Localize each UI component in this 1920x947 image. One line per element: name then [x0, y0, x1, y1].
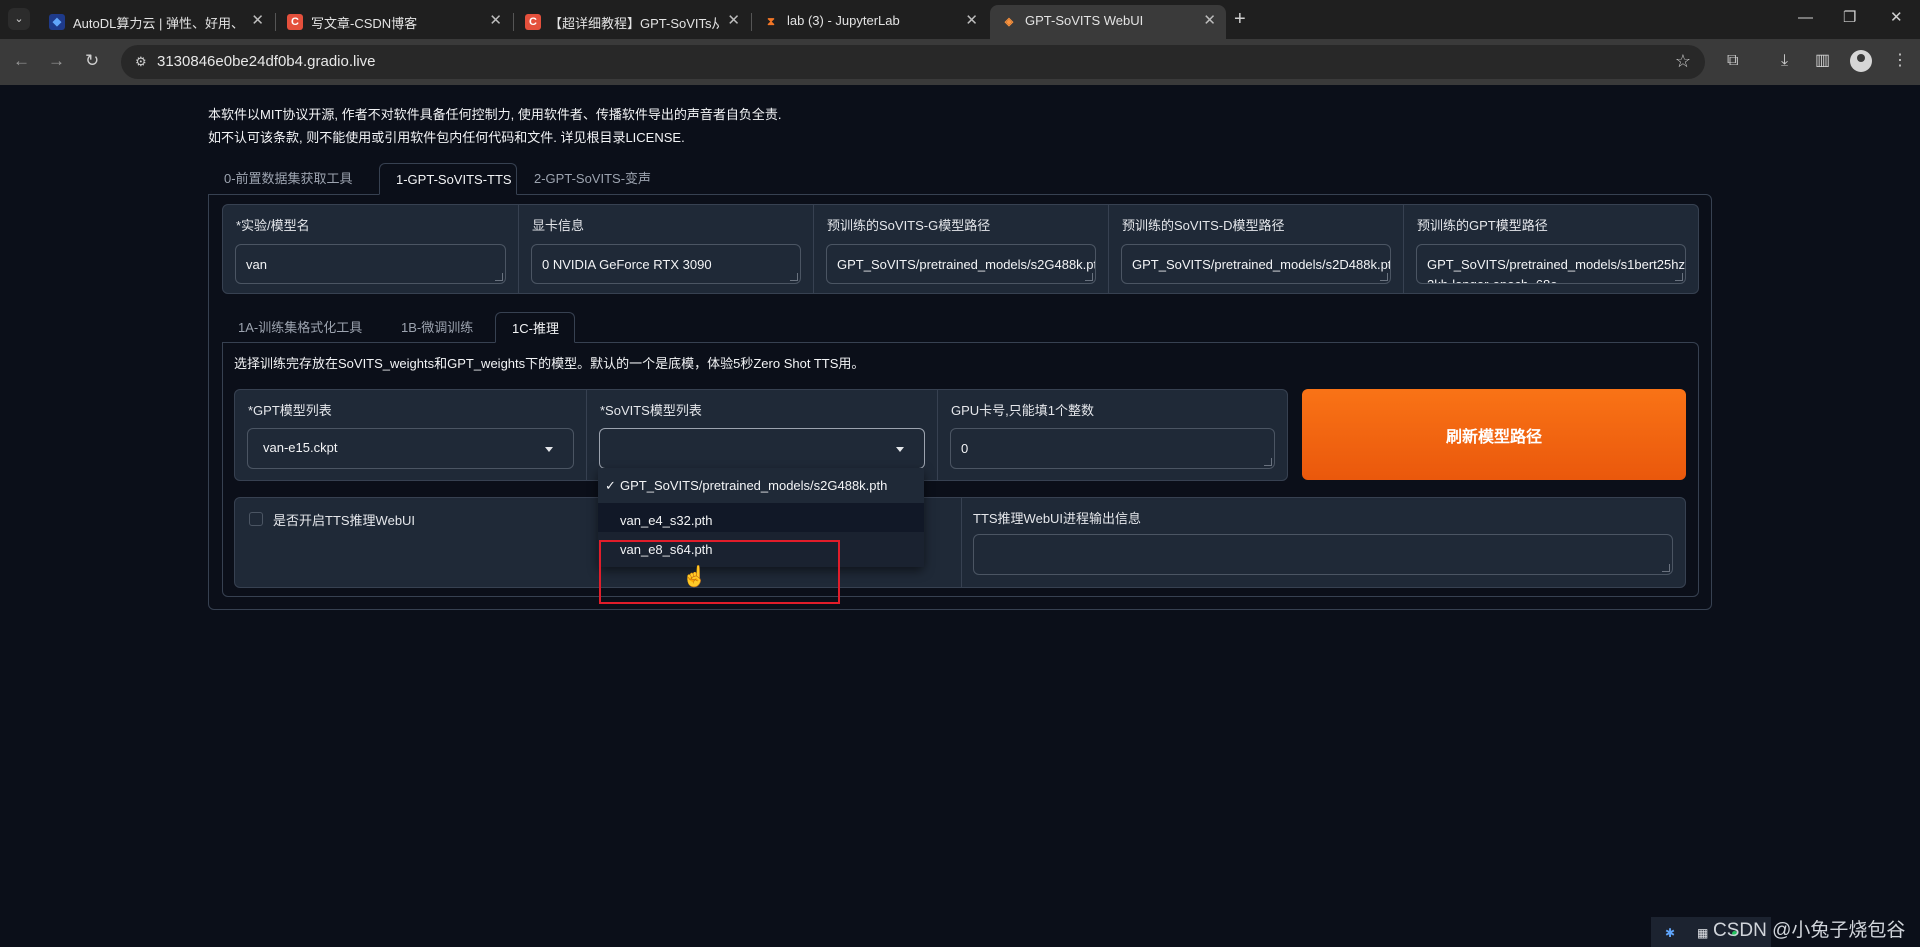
tab-gpt-sovits-tts[interactable]: 1-GPT-SoVITS-TTS: [379, 163, 517, 195]
gpu-info-textarea[interactable]: 0 NVIDIA GeForce RTX 3090: [531, 244, 801, 284]
browser-tab-autodl[interactable]: ◆ AutoDL算力云 | 弹性、好用、省 ✕: [38, 5, 274, 39]
sovits-model-label: *SoVITS模型列表: [600, 403, 702, 418]
browser-tab-gpt-sovits[interactable]: ◈ GPT-SoVITS WebUI ✕: [990, 5, 1226, 39]
gpt-model-block: *GPT模型列表 van-e15.ckpt: [235, 390, 586, 480]
tts-output-label: TTS推理WebUI进程输出信息: [973, 511, 1142, 526]
autodl-icon: ◆: [49, 14, 65, 30]
sovits-g-path-textarea[interactable]: GPT_SoVITS/pretrained_models/s2G488k.pth: [826, 244, 1096, 284]
license-line-2: 如不认可该条款, 则不能使用或引用软件包内任何代码和文件. 详见根目录LICEN…: [208, 130, 685, 145]
csdn-watermark: CSDN @小兔子烧包谷: [1713, 920, 1906, 941]
tab-inference[interactable]: 1C-推理: [495, 312, 575, 343]
license-notice: 本软件以MIT协议开源, 作者不对软件具备任何控制力, 使用软件者、传播软件导出…: [208, 103, 781, 149]
back-arrow-icon[interactable]: ←: [13, 50, 30, 72]
gpt-model-value: van-e15.ckpt: [263, 440, 338, 455]
gpt-path-label: 预训练的GPT模型路径: [1417, 218, 1548, 233]
sovits-d-path-textarea[interactable]: GPT_SoVITS/pretrained_models/s2D488k.pth: [1121, 244, 1391, 284]
gpt-model-dropdown[interactable]: van-e15.ckpt: [247, 428, 574, 469]
tray-app-icon[interactable]: ▦: [1697, 926, 1708, 940]
gpu-id-label: GPU卡号,只能填1个整数: [951, 403, 1095, 418]
extensions-icon[interactable]: ⧉: [1727, 50, 1738, 72]
refresh-model-paths-button[interactable]: 刷新模型路径: [1302, 389, 1686, 480]
bookmark-star-icon[interactable]: ☆: [1675, 51, 1691, 72]
experiment-name-block: *实验/模型名 van: [223, 205, 518, 293]
browser-tab-csdn-tutorial[interactable]: C 【超详细教程】GPT-SoVITs从 ✕: [514, 5, 750, 39]
sovits-d-path-block: 预训练的SoVITS-D模型路径 GPT_SoVITS/pretrained_m…: [1108, 205, 1403, 293]
tab-search-button[interactable]: ⌄: [8, 8, 30, 30]
forward-arrow-icon[interactable]: →: [48, 50, 65, 72]
experiment-config-row: *实验/模型名 van 显卡信息 0 NVIDIA GeForce RTX 30…: [222, 204, 1699, 294]
sovits-model-options: ✓ GPT_SoVITS/pretrained_models/s2G488k.pt…: [598, 468, 924, 567]
tab-title: GPT-SoVITS WebUI: [1025, 13, 1144, 28]
restore-icon[interactable]: ❐: [1843, 8, 1856, 28]
inference-hint: 选择训练完存放在SoVITS_weights和GPT_weights下的模型。默…: [234, 356, 865, 371]
sovits-g-path-label: 预训练的SoVITS-G模型路径: [827, 218, 991, 233]
jupyter-icon: ⧗: [767, 16, 775, 28]
reload-icon[interactable]: ↻: [85, 50, 99, 72]
tts-webui-checkbox[interactable]: [249, 512, 263, 526]
bluetooth-icon[interactable]: ✱: [1665, 926, 1675, 940]
tab-voice-change[interactable]: 2-GPT-SoVITS-变声: [518, 163, 658, 195]
tab-title: 【超详细教程】GPT-SoVITs从: [549, 16, 719, 31]
close-icon[interactable]: ✕: [965, 12, 978, 30]
browser-tab-csdn-write[interactable]: C 写文章-CSDN博客 ✕: [276, 5, 512, 39]
window-close-icon[interactable]: ✕: [1890, 8, 1903, 28]
gpu-id-block: GPU卡号,只能填1个整数 0: [937, 390, 1287, 480]
csdn-icon: C: [525, 14, 541, 30]
gradio-page: 本软件以MIT协议开源, 作者不对软件具备任何控制力, 使用软件者、传播软件导出…: [0, 85, 1920, 947]
gpu-info-label: 显卡信息: [532, 218, 585, 233]
gpt-path-textarea[interactable]: GPT_SoVITS/pretrained_models/s1bert25hz-…: [1416, 244, 1686, 284]
license-line-1: 本软件以MIT协议开源, 作者不对软件具备任何控制力, 使用软件者、传播软件导出…: [208, 107, 782, 122]
chevron-down-icon: [545, 447, 553, 452]
downloads-icon[interactable]: ⤓: [1781, 50, 1788, 72]
sovits-option-pretrained[interactable]: ✓ GPT_SoVITS/pretrained_models/s2G488k.pt…: [598, 468, 924, 503]
browser-toolbar: ← → ↻ ⚙ 3130846e0be24df0b4.gradio.live ☆…: [0, 39, 1920, 85]
gradio-icon: ◈: [1004, 16, 1014, 28]
chevron-down-icon: [896, 447, 904, 452]
close-icon[interactable]: ✕: [727, 12, 740, 30]
close-icon[interactable]: ✕: [1203, 12, 1216, 30]
gpt-model-label: *GPT模型列表: [248, 403, 332, 418]
tts-webui-checkbox-label[interactable]: 是否开启TTS推理WebUI: [273, 510, 415, 529]
more-menu-icon[interactable]: ⋮: [1892, 50, 1908, 72]
tab-finetune[interactable]: 1B-微调训练: [385, 312, 495, 343]
close-icon[interactable]: ✕: [251, 12, 264, 30]
browser-tab-strip: ⌄ ◆ AutoDL算力云 | 弹性、好用、省 ✕ C 写文章-CSDN博客 ✕…: [0, 0, 1920, 39]
tts-output-textarea[interactable]: [973, 534, 1673, 575]
gpu-id-input[interactable]: 0: [950, 428, 1275, 469]
experiment-name-input[interactable]: van: [235, 244, 506, 284]
sovits-model-block: *SoVITS模型列表: [586, 390, 937, 480]
profile-avatar-icon[interactable]: [1850, 50, 1872, 72]
gpu-info-block: 显卡信息 0 NVIDIA GeForce RTX 3090: [518, 205, 813, 293]
tab-title: lab (3) - JupyterLab: [787, 13, 900, 28]
sovits-option-van-e8[interactable]: van_e8_s64.pth: [598, 532, 924, 567]
sovits-d-path-label: 预训练的SoVITS-D模型路径: [1122, 218, 1285, 233]
new-tab-plus-icon[interactable]: +: [1234, 8, 1246, 30]
hand-cursor-icon: ☝: [682, 566, 707, 588]
csdn-icon: C: [287, 14, 303, 30]
site-info-icon[interactable]: ⚙: [135, 54, 147, 70]
browser-tab-jupyterlab[interactable]: ⧗ lab (3) - JupyterLab ✕: [752, 5, 988, 39]
tab-title: 写文章-CSDN博客: [311, 16, 418, 31]
side-panel-icon[interactable]: ▥: [1815, 50, 1830, 72]
tab-title: AutoDL算力云 | 弹性、好用、省: [73, 16, 243, 31]
address-bar[interactable]: ⚙ 3130846e0be24df0b4.gradio.live ☆: [121, 45, 1705, 79]
tab-dataset-tools[interactable]: 0-前置数据集获取工具: [208, 163, 378, 195]
minimize-icon[interactable]: —: [1798, 8, 1813, 28]
url-text[interactable]: 3130846e0be24df0b4.gradio.live: [157, 53, 376, 70]
tab-dataset-format[interactable]: 1A-训练集格式化工具: [222, 312, 385, 343]
sovits-model-dropdown[interactable]: [599, 428, 925, 469]
check-icon: ✓: [605, 478, 616, 493]
close-icon[interactable]: ✕: [489, 12, 502, 30]
tts-output-block: TTS推理WebUI进程输出信息: [961, 498, 1685, 587]
gpt-path-block: 预训练的GPT模型路径 GPT_SoVITS/pretrained_models…: [1403, 205, 1698, 293]
experiment-name-label: *实验/模型名: [236, 218, 310, 233]
tts-webui-row: 是否开启TTS推理WebUI TTS推理WebUI进程输出信息: [234, 497, 1686, 588]
sovits-g-path-block: 预训练的SoVITS-G模型路径 GPT_SoVITS/pretrained_m…: [813, 205, 1108, 293]
